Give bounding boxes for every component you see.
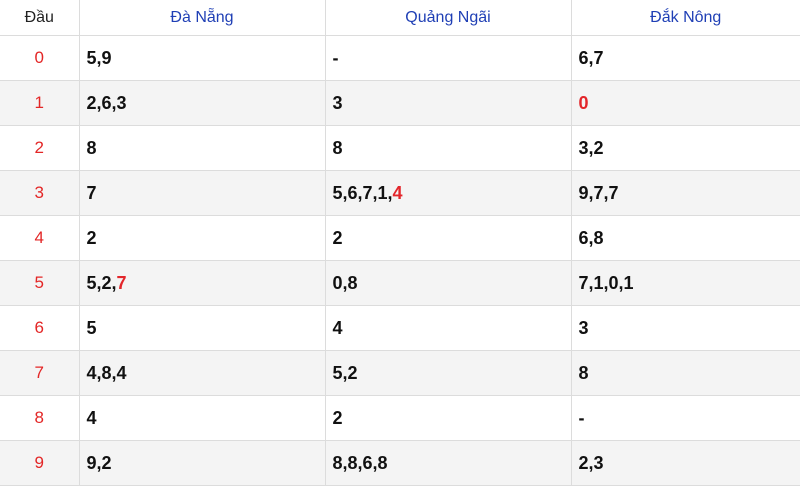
tail-digits-da-nang: 5,9 [79,35,326,81]
table-row: 2 8 8 3,2 [0,125,800,171]
tail-digits-text: 8,8,6,8 [332,452,388,473]
header-province-dak-nong: Đắk Nông [571,0,800,36]
head-digit: 2 [0,125,80,171]
tail-digits-text: 2 [332,407,343,428]
tail-digits-text: 8 [332,137,343,158]
header-province-da-nang: Đà Nẵng [79,0,326,36]
tail-digits-text: 7 [86,182,97,203]
tail-digits-quang-ngai: 4 [325,305,572,351]
head-digit: 6 [0,305,80,351]
tail-digits-dak-nong: 8 [571,350,800,396]
tail-digits-text: 4 [86,407,97,428]
tail-digits-text: 5,9 [86,47,112,68]
table-row: 9 9,2 8,8,6,8 2,3 [0,440,800,486]
head-digit: 3 [0,170,80,216]
tail-digits-quang-ngai: 0,8 [325,260,572,306]
tail-digits-da-nang: 8 [79,125,326,171]
tail-digits-quang-ngai: 3 [325,80,572,126]
tail-digits-quang-ngai: 5,2 [325,350,572,396]
tail-digits-da-nang: 7 [79,170,326,216]
head-digit: 4 [0,215,80,261]
tail-digits-text: - [332,47,339,68]
tail-digits-dak-nong: 7,1,0,1 [571,260,800,306]
tail-digits-quang-ngai: 8,8,6,8 [325,440,572,486]
tail-digits-text: 2,3 [578,452,604,473]
highlighted-digit: 7 [116,272,127,293]
tail-digits-text: 2 [332,227,343,248]
highlighted-digit: 0 [578,92,589,113]
head-digit: 5 [0,260,80,306]
tail-digits-quang-ngai: 2 [325,215,572,261]
tail-digits-dak-nong: 6,7 [571,35,800,81]
tail-digits-da-nang: 5,2,7 [79,260,326,306]
tail-digits-da-nang: 5 [79,305,326,351]
header-province-quang-ngai: Quảng Ngãi [325,0,572,36]
tail-digits-text: 3 [332,92,343,113]
tail-digits-text: 2,6,3 [86,92,127,113]
tail-digits-text: 5,6,7,1, [332,182,393,203]
tail-digits-dak-nong: 6,8 [571,215,800,261]
head-digit: 7 [0,350,80,396]
tail-digits-text: 3,2 [578,137,604,158]
tail-digits-text: 8 [578,362,589,383]
tail-digits-text: 7,1,0,1 [578,272,634,293]
tail-digits-da-nang: 2 [79,215,326,261]
tail-digits-quang-ngai: - [325,35,572,81]
tail-digits-text: 5,2, [86,272,117,293]
tail-digits-quang-ngai: 2 [325,395,572,441]
highlighted-digit: 4 [392,182,403,203]
tail-digits-text: 4,8,4 [86,362,127,383]
tail-digits-text: 4 [332,317,343,338]
tail-digits-text: 3 [578,317,589,338]
head-digit: 1 [0,80,80,126]
tail-digits-da-nang: 4 [79,395,326,441]
table-row: 65 4 3 [0,305,800,351]
loto-head-table: Đầu Đà Nẵng Quảng Ngãi Đắk Nông 0 5,9 - 6,7… [0,0,800,486]
tail-digits-da-nang: 2,6,3 [79,80,326,126]
head-digit: 8 [0,395,80,441]
tail-digits-text: 6,7 [578,47,604,68]
head-digit: 9 [0,440,80,486]
tail-digits-dak-nong: 2,3 [571,440,800,486]
tail-digits-dak-nong: 0 [571,80,800,126]
tail-digits-text: 2 [86,227,97,248]
table-row: 84 2 - [0,395,800,441]
tail-digits-text: 8 [86,137,97,158]
tail-digits-text: 5,2 [332,362,358,383]
tail-digits-text: 0,8 [332,272,358,293]
tail-digits-quang-ngai: 8 [325,125,572,171]
table-row: 1 2,6,3 3 0 [0,80,800,126]
tail-digits-text: 9,2 [86,452,112,473]
header-row: Đầu Đà Nẵng Quảng Ngãi Đắk Nông [0,0,800,36]
table-row: 7 4,8,4 5,2 8 [0,350,800,396]
tail-digits-dak-nong: 3,2 [571,125,800,171]
table-row: 5 5,2,7 0,8 7,1,0,1 [0,260,800,306]
tail-digits-quang-ngai: 5,6,7,1,4 [325,170,572,216]
table-row: 0 5,9 - 6,7 [0,35,800,81]
tail-digits-text: 5 [86,317,97,338]
tail-digits-dak-nong: - [571,395,800,441]
tail-digits-text: - [578,407,585,428]
tail-digits-dak-nong: 3 [571,305,800,351]
table-row: 3 7 5,6,7,1,4 9,7,7 [0,170,800,216]
tail-digits-dak-nong: 9,7,7 [571,170,800,216]
tail-digits-text: 6,8 [578,227,604,248]
tail-digits-text: 9,7,7 [578,182,619,203]
head-digit: 0 [0,35,80,81]
tail-digits-da-nang: 4,8,4 [79,350,326,396]
tail-digits-da-nang: 9,2 [79,440,326,486]
table-row: 4 2 2 6,8 [0,215,800,261]
header-dau: Đầu [0,0,80,36]
